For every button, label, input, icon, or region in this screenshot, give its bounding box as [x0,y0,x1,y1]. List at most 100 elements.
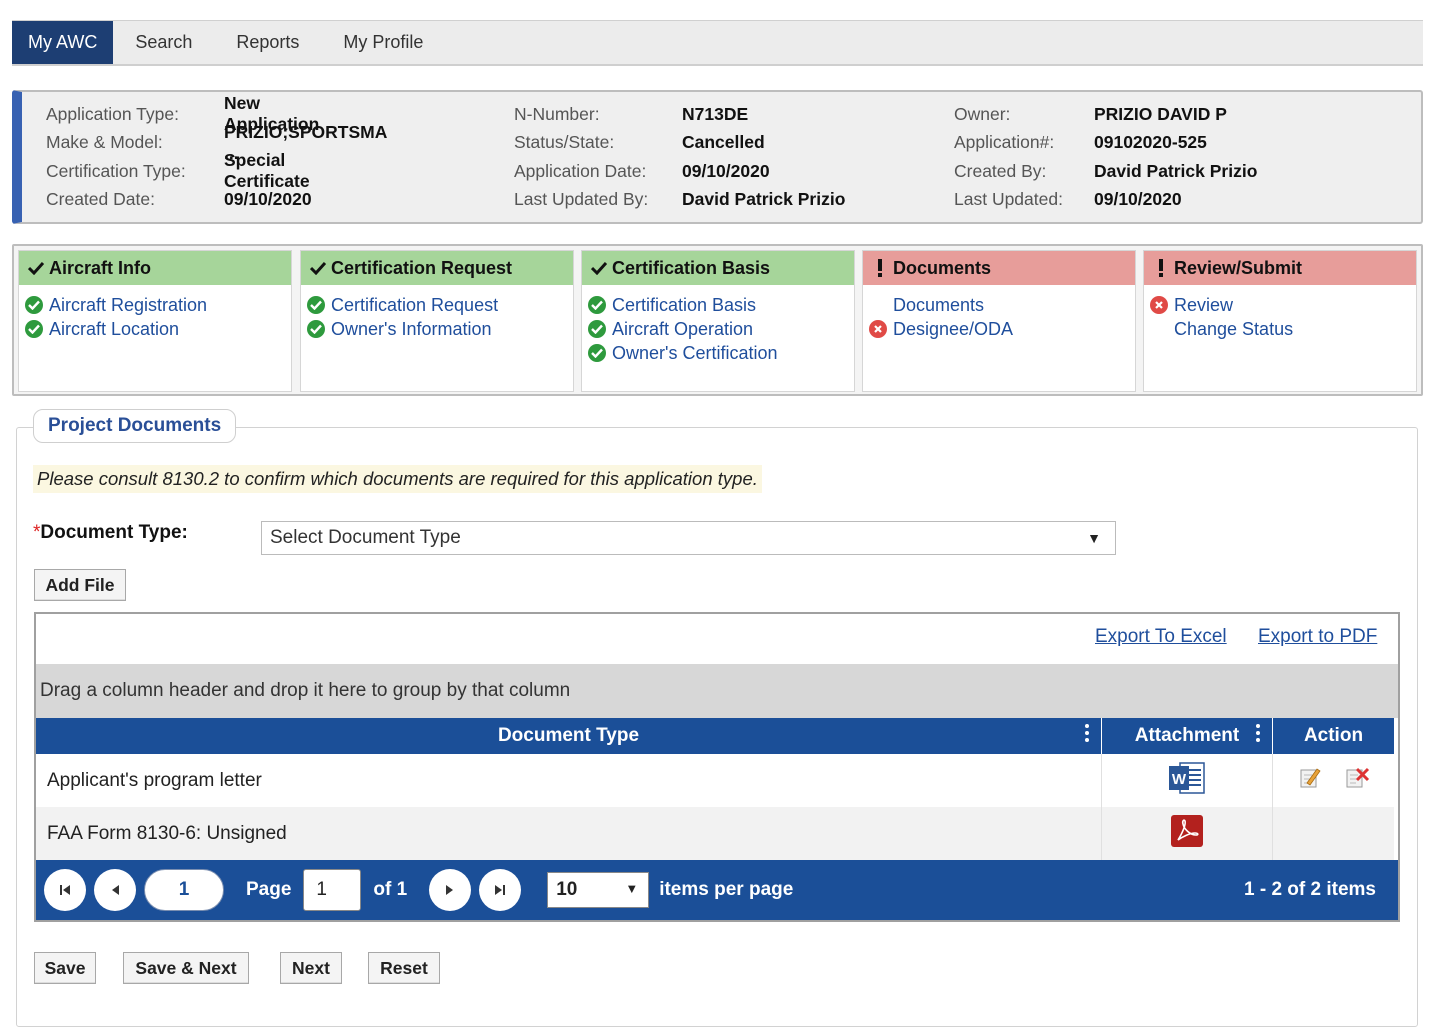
table-row: FAA Form 8130-6: Unsigned [36,807,1394,860]
tab-my-awc[interactable]: My AWC [12,21,114,64]
checkmark-icon [309,261,327,275]
step-link-certification-basis[interactable]: Certification Basis [582,293,854,317]
step-review-submit: Review/Submit Review Change Status [1143,250,1417,392]
summary-row: Last Updated: 09/10/2020 [954,186,1182,215]
step-link-label: Documents [893,294,985,315]
save-and-next-button[interactable]: Save & Next [123,952,249,984]
summary-value: Special Certificate [224,150,310,192]
document-type-selected: Select Document Type [270,527,461,548]
step-title: Aircraft Info [49,257,152,278]
summary-label: Created Date: [46,189,155,210]
grid-toolbar: Export To Excel Export to PDF [36,614,1398,664]
first-page-icon[interactable] [44,869,86,911]
document-type-select[interactable]: Select Document Type ▼ [261,521,1116,555]
document-type-cell: Applicant's program letter [36,754,1102,807]
step-link-label: Designee/ODA [893,318,1014,339]
summary-label: Last Updated By: [514,189,649,210]
step-certification-basis: Certification Basis Certification Basis … [581,250,855,392]
step-header[interactable]: Aircraft Info [19,251,291,285]
step-link-documents[interactable]: Documents [863,293,1135,317]
section-legend: Project Documents [33,409,237,443]
caret-down-icon: ▼ [1087,530,1101,546]
pdf-file-icon[interactable] [1169,813,1205,855]
current-page-button[interactable]: 1 [144,869,224,911]
check-circle-icon [307,296,325,314]
step-link-label: Owner's Certification [612,342,778,363]
summary-label: Last Updated: [954,189,1063,210]
caret-down-icon: ▼ [625,881,639,896]
tab-my-profile[interactable]: My Profile [321,21,445,64]
page-label: Page [246,879,292,900]
column-header-label: Attachment [1134,725,1240,746]
step-link-owners-information[interactable]: Owner's Information [301,317,573,341]
grid-pager: 1 Page 1 of 1 10 ▼ items per page 1 - 2 … [36,860,1398,920]
group-by-drop-area[interactable]: Drag a column header and drop it here to… [36,664,1398,718]
column-header-attachment[interactable]: Attachment [1102,718,1273,754]
check-circle-icon [307,320,325,338]
tab-search[interactable]: Search [113,21,214,64]
summary-row: Application Type: New Application [46,93,319,134]
add-file-button[interactable]: Add File [34,569,126,601]
step-link-change-status[interactable]: Change Status [1144,317,1416,341]
save-button[interactable]: Save [34,952,96,984]
action-cell [1273,754,1394,807]
summary-value: David Patrick Prizio [682,189,846,210]
step-link-certification-request[interactable]: Certification Request [301,293,573,317]
export-pdf-link[interactable]: Export to PDF [1258,626,1377,648]
column-menu-icon[interactable] [1085,724,1089,742]
svg-text:W: W [1172,771,1187,788]
check-circle-icon [25,296,43,314]
column-header-document-type[interactable]: Document Type [36,718,1102,754]
document-type-label-text: Document Type: [40,522,188,543]
previous-page-icon[interactable] [94,869,136,911]
error-circle-icon [1150,296,1168,314]
summary-label: Certification Type: [46,160,186,181]
step-link-aircraft-location[interactable]: Aircraft Location [19,317,291,341]
summary-label: Application#: [954,132,1055,153]
reset-button[interactable]: Reset [368,952,440,984]
last-page-icon[interactable] [479,869,522,911]
step-header[interactable]: Certification Request [301,251,573,285]
document-type-label: *Document Type: [33,522,188,544]
step-title: Certification Request [331,257,513,278]
step-link-label: Review [1174,294,1234,315]
step-link-designee-oda[interactable]: Designee/ODA [863,317,1135,341]
summary-label: Owner: [954,103,1011,124]
column-header-label: Document Type [497,725,640,746]
summary-column-3: Owner: PRIZIO DAVID P Application#: 091020… [954,100,1257,215]
summary-row: Owner: PRIZIO DAVID P [954,100,1227,129]
summary-label: Application Type: [46,103,179,124]
next-page-icon[interactable] [429,869,472,911]
step-link-aircraft-operation[interactable]: Aircraft Operation [582,317,854,341]
progress-steps: Aircraft Info Aircraft Registration Airc… [12,244,1423,396]
summary-row: Status/State: Cancelled [514,129,765,158]
check-circle-icon [588,344,606,362]
export-excel-link[interactable]: Export To Excel [1095,626,1227,648]
tab-reports[interactable]: Reports [214,21,321,64]
page-size-select[interactable]: 10 ▼ [547,872,650,908]
exclamation-icon [871,259,889,277]
summary-row: N-Number: N713DE [514,100,748,129]
step-link-aircraft-registration[interactable]: Aircraft Registration [19,293,291,317]
blank-icon [869,296,887,314]
checkmark-icon [590,261,608,275]
word-file-icon[interactable]: W [1168,761,1206,801]
step-link-label: Certification Request [331,294,499,315]
error-circle-icon [869,320,887,338]
delete-icon[interactable] [1344,766,1370,796]
column-menu-icon[interactable] [1256,724,1260,742]
edit-icon[interactable] [1298,766,1322,796]
summary-row: Certification Type: Special Certificate [46,150,310,191]
page-input[interactable]: 1 [303,869,362,911]
summary-value: PRIZIO DAVID P [1094,103,1227,124]
attachment-cell: W [1102,754,1273,807]
step-link-owners-certification[interactable]: Owner's Certification [582,341,854,365]
step-header[interactable]: Documents [863,251,1135,285]
next-button[interactable]: Next [280,952,342,984]
step-header[interactable]: Review/Submit [1144,251,1416,285]
step-aircraft-info: Aircraft Info Aircraft Registration Airc… [18,250,292,392]
status-value: Cancelled [682,132,765,153]
step-link-review[interactable]: Review [1144,293,1416,317]
documents-grid: Export To Excel Export to PDF Drag a col… [34,612,1400,922]
step-header[interactable]: Certification Basis [582,251,854,285]
